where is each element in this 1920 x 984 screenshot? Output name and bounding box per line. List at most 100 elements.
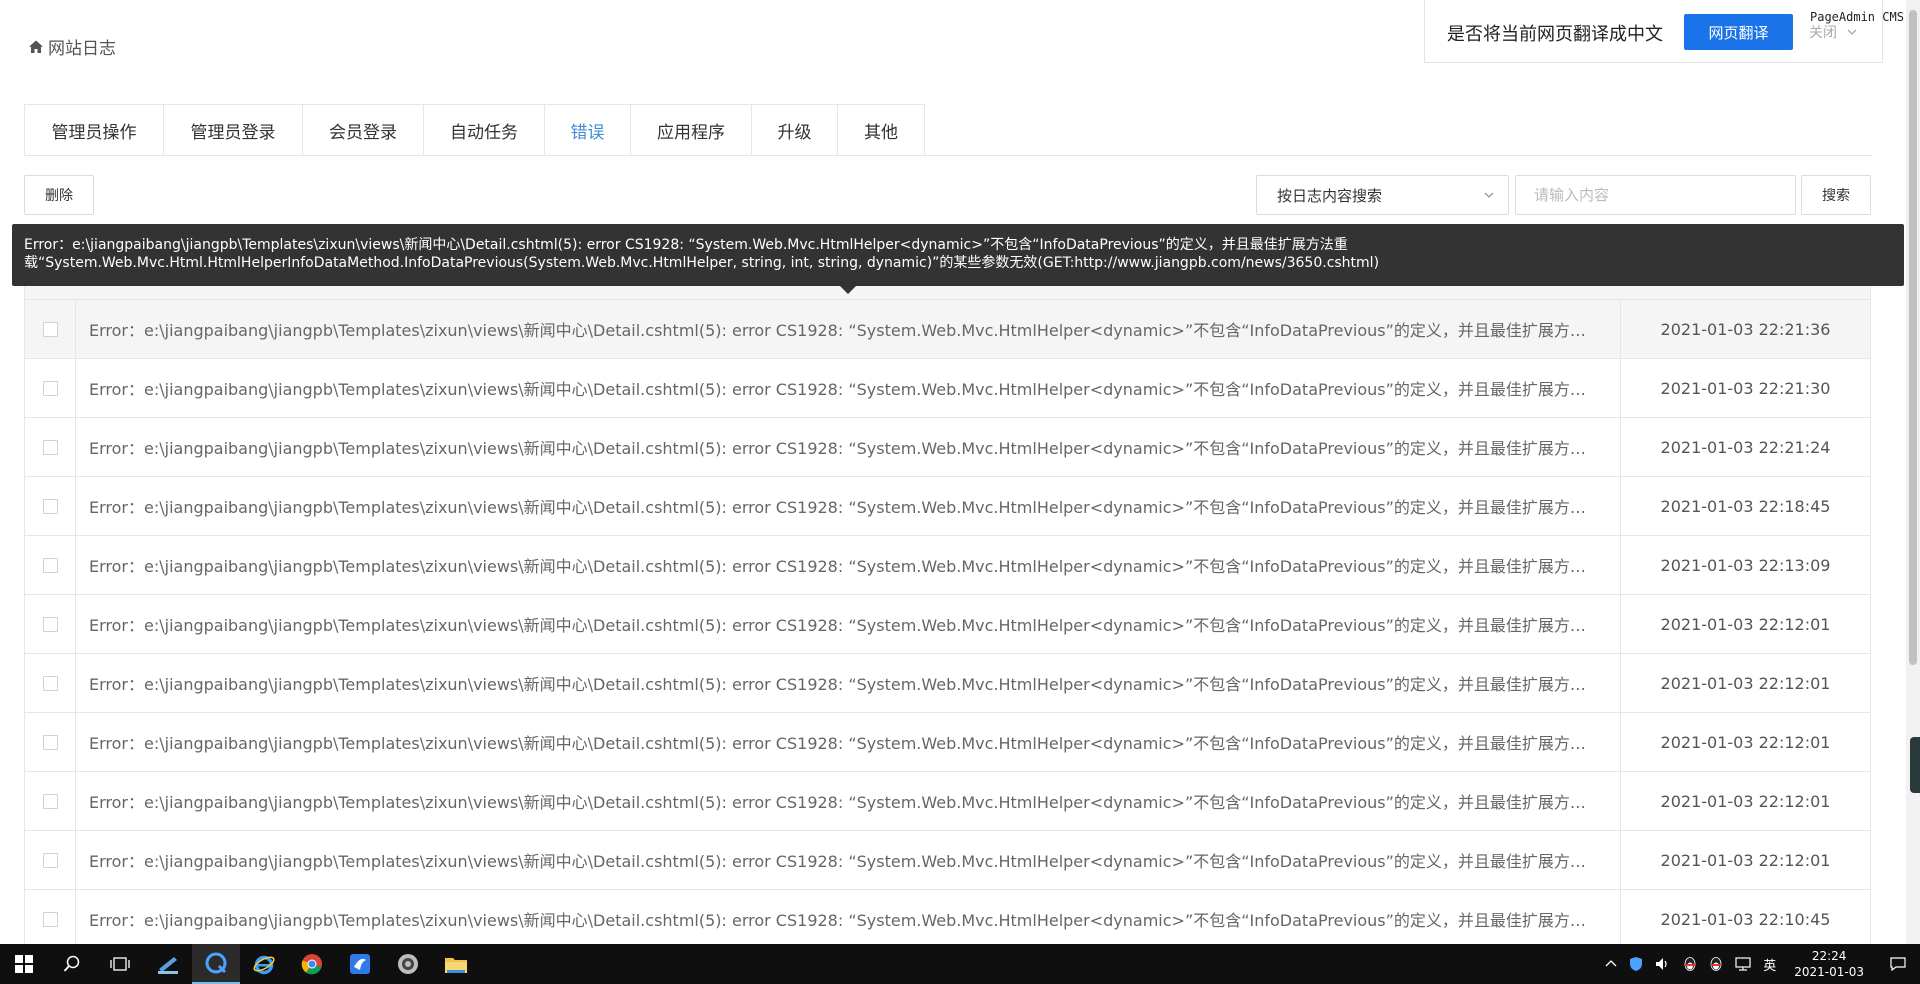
- log-time: 2021-01-03 22:10:45: [1660, 909, 1831, 929]
- row-checkbox[interactable]: [42, 557, 58, 573]
- shield-icon[interactable]: [1623, 956, 1649, 972]
- ime-indicator[interactable]: 英: [1757, 955, 1782, 974]
- qq-browser-icon[interactable]: [192, 944, 240, 984]
- log-message-cell: Error：e:\jiangpaibang\jiangpb\Templates\…: [76, 477, 1621, 535]
- chrome-icon[interactable]: [288, 944, 336, 984]
- table-row[interactable]: Error：e:\jiangpaibang\jiangpb\Templates\…: [25, 890, 1870, 944]
- table-row[interactable]: Error：e:\jiangpaibang\jiangpb\Templates\…: [25, 359, 1870, 418]
- search-input[interactable]: [1515, 175, 1796, 215]
- log-message-cell: Error：e:\jiangpaibang\jiangpb\Templates\…: [76, 713, 1621, 771]
- chevron-up-icon[interactable]: [1599, 959, 1623, 969]
- table-row[interactable]: Error：e:\jiangpaibang\jiangpb\Templates\…: [25, 595, 1870, 654]
- log-message: Error：e:\jiangpaibang\jiangpb\Templates\…: [89, 734, 1600, 753]
- translate-button[interactable]: 网页翻译: [1684, 14, 1793, 50]
- bird-app-icon[interactable]: [336, 944, 384, 984]
- page-scrollbar[interactable]: [1906, 0, 1920, 944]
- translate-close-select[interactable]: 关闭: [1809, 22, 1857, 42]
- log-message: Error：e:\jiangpaibang\jiangpb\Templates\…: [89, 321, 1600, 340]
- search-icon[interactable]: [48, 944, 96, 984]
- table-row[interactable]: Error：e:\jiangpaibang\jiangpb\Templates\…: [25, 477, 1870, 536]
- row-select-cell: [25, 654, 76, 712]
- log-time: 2021-01-03 22:21:36: [1660, 319, 1831, 339]
- tabs-divider: [24, 155, 1872, 156]
- row-checkbox[interactable]: [42, 793, 58, 809]
- notification-icon[interactable]: [1876, 957, 1920, 971]
- row-select-cell: [25, 418, 76, 476]
- row-select-cell: [25, 536, 76, 594]
- log-time: 2021-01-03 22:12:01: [1660, 850, 1831, 870]
- folder-icon[interactable]: [432, 944, 480, 984]
- row-checkbox[interactable]: [42, 675, 58, 691]
- tab-auto-tasks[interactable]: 自动任务: [424, 105, 545, 156]
- qq-penguin-icon[interactable]: [1677, 956, 1703, 972]
- tab-upgrade[interactable]: 升级: [752, 105, 838, 156]
- taskbar-clock[interactable]: 22:24 2021-01-03: [1782, 948, 1876, 980]
- tooltip-line-1: Error：e:\jiangpaibang\jiangpb\Templates\…: [24, 237, 1348, 253]
- row-select-cell: [25, 595, 76, 653]
- chevron-down-icon: [1484, 192, 1494, 198]
- log-time: 2021-01-03 22:12:01: [1660, 791, 1831, 811]
- tab-applications[interactable]: 应用程序: [631, 105, 752, 156]
- log-message: Error：e:\jiangpaibang\jiangpb\Templates\…: [89, 380, 1600, 399]
- tab-admin-operations[interactable]: 管理员操作: [25, 105, 164, 156]
- page-title-text: 网站日志: [48, 39, 116, 59]
- log-message-cell: Error：e:\jiangpaibang\jiangpb\Templates\…: [76, 536, 1621, 594]
- row-checkbox[interactable]: [42, 439, 58, 455]
- log-message-tooltip: Error：e:\jiangpaibang\jiangpb\Templates\…: [12, 224, 1904, 286]
- ie-icon[interactable]: [240, 944, 288, 984]
- translate-close-label: 关闭: [1809, 25, 1837, 41]
- table-row[interactable]: Error：e:\jiangpaibang\jiangpb\Templates\…: [25, 831, 1870, 890]
- table-row[interactable]: Error：e:\jiangpaibang\jiangpb\Templates\…: [25, 654, 1870, 713]
- pen-tool-icon[interactable]: [144, 944, 192, 984]
- tab-errors[interactable]: 错误: [545, 105, 631, 156]
- table-row[interactable]: Error：e:\jiangpaibang\jiangpb\Templates\…: [25, 418, 1870, 477]
- tooltip-arrow: [840, 286, 856, 294]
- log-message: Error：e:\jiangpaibang\jiangpb\Templates\…: [89, 616, 1600, 635]
- row-select-cell: [25, 772, 76, 830]
- tab-other[interactable]: 其他: [838, 105, 924, 156]
- table-row[interactable]: Error：e:\jiangpaibang\jiangpb\Templates\…: [25, 536, 1870, 595]
- log-message: Error：e:\jiangpaibang\jiangpb\Templates\…: [89, 852, 1600, 871]
- log-message-cell: Error：e:\jiangpaibang\jiangpb\Templates\…: [76, 654, 1621, 712]
- brand-label: PageAdmin CMS: [1810, 10, 1904, 24]
- search-field-selected: 按日志内容搜索: [1277, 186, 1383, 205]
- log-message-cell: Error：e:\jiangpaibang\jiangpb\Templates\…: [76, 595, 1621, 653]
- table-row[interactable]: Error：e:\jiangpaibang\jiangpb\Templates\…: [25, 772, 1870, 831]
- tab-admin-login[interactable]: 管理员登录: [164, 105, 303, 156]
- qq-penguin-icon[interactable]: [1703, 956, 1729, 972]
- log-message-cell: Error：e:\jiangpaibang\jiangpb\Templates\…: [76, 772, 1621, 830]
- row-checkbox[interactable]: [42, 911, 58, 927]
- table-row[interactable]: Error：e:\jiangpaibang\jiangpb\Templates\…: [25, 300, 1870, 359]
- system-tray: 英 22:24 2021-01-03: [1599, 944, 1920, 984]
- log-time: 2021-01-03 22:12:01: [1660, 614, 1831, 634]
- scrollbar-thumb[interactable]: [1909, 10, 1917, 665]
- table-row[interactable]: Error：e:\jiangpaibang\jiangpb\Templates\…: [25, 713, 1870, 772]
- log-time: 2021-01-03 22:18:45: [1660, 496, 1831, 516]
- row-select-cell: [25, 477, 76, 535]
- log-message-cell: Error：e:\jiangpaibang\jiangpb\Templates\…: [76, 890, 1621, 944]
- log-message: Error：e:\jiangpaibang\jiangpb\Templates\…: [89, 675, 1600, 694]
- gear-app-icon[interactable]: [384, 944, 432, 984]
- task-view-icon[interactable]: [96, 944, 144, 984]
- side-float-widget[interactable]: [1910, 737, 1920, 793]
- row-checkbox[interactable]: [42, 498, 58, 514]
- network-icon[interactable]: [1729, 957, 1757, 971]
- windows-start-icon[interactable]: [0, 944, 48, 984]
- row-checkbox[interactable]: [42, 616, 58, 632]
- home-icon: [29, 40, 43, 53]
- row-checkbox[interactable]: [42, 734, 58, 750]
- row-select-cell: [25, 713, 76, 771]
- delete-button[interactable]: 删除: [24, 175, 94, 215]
- page-title: 网站日志: [28, 34, 116, 59]
- row-checkbox[interactable]: [42, 380, 58, 396]
- row-checkbox[interactable]: [42, 321, 58, 337]
- search-button[interactable]: 搜索: [1801, 175, 1871, 215]
- log-table: Error：e:\jiangpaibang\jiangpb\Templates\…: [24, 282, 1871, 944]
- row-select-cell: [25, 890, 76, 944]
- tab-member-login[interactable]: 会员登录: [303, 105, 424, 156]
- log-time: 2021-01-03 22:21:24: [1660, 437, 1831, 457]
- log-time: 2021-01-03 22:13:09: [1660, 555, 1831, 575]
- search-field-select[interactable]: 按日志内容搜索: [1256, 175, 1509, 215]
- row-checkbox[interactable]: [42, 852, 58, 868]
- volume-icon[interactable]: [1649, 957, 1677, 971]
